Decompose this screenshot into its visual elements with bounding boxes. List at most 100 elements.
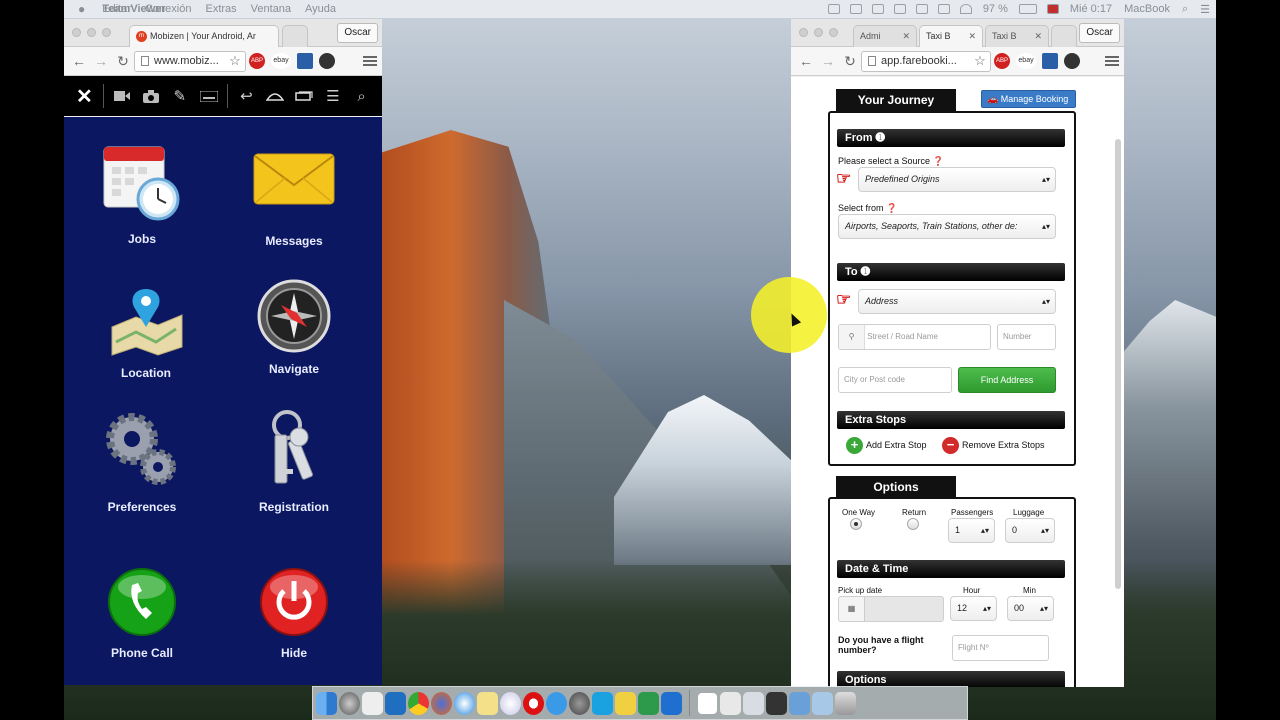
tab-taxi-1[interactable]: Taxi B ✕ — [919, 25, 983, 47]
safari-icon[interactable] — [454, 691, 475, 715]
options-tab[interactable]: Options — [836, 476, 956, 498]
close-tab-icon[interactable]: ✕ — [902, 31, 910, 42]
close-window-button[interactable] — [799, 28, 808, 37]
battery-percent[interactable]: 97 % — [977, 3, 1014, 15]
your-journey-tab[interactable]: Your Journey — [836, 89, 956, 111]
street-input[interactable]: ⚲ Street / Road Name — [838, 324, 991, 350]
status-icon[interactable] — [893, 4, 906, 14]
spotlight-icon[interactable]: ⌕ — [1176, 3, 1194, 16]
calculator-icon[interactable] — [766, 691, 787, 715]
video-icon[interactable] — [108, 76, 137, 116]
find-address-button[interactable]: Find Address — [958, 367, 1056, 393]
firefox-icon[interactable] — [431, 691, 452, 715]
search-icon[interactable]: ⌕ — [347, 76, 376, 116]
computer-name[interactable]: MacBook — [1118, 3, 1176, 15]
calendar-icon[interactable]: ▦ — [839, 597, 865, 621]
app-location[interactable]: Location — [76, 287, 216, 380]
android-home-icon[interactable] — [261, 76, 290, 116]
notification-center-icon[interactable]: ☰ — [1194, 3, 1216, 16]
manage-booking-button[interactable]: 🚗 Manage Booking — [981, 90, 1076, 108]
zoom-window-button[interactable] — [829, 28, 838, 37]
zoom-window-button[interactable] — [102, 28, 111, 37]
new-tab-button[interactable] — [1051, 25, 1077, 47]
adblock-icon[interactable]: ABP — [249, 53, 265, 69]
ebay-icon[interactable]: ebay — [1016, 53, 1036, 69]
photos-icon[interactable] — [362, 691, 383, 715]
status-icon[interactable] — [915, 4, 928, 14]
skype-icon[interactable] — [592, 691, 613, 715]
status-icon[interactable] — [849, 4, 862, 14]
finder-icon[interactable] — [316, 691, 337, 715]
clock[interactable]: Mié 0:17 — [1064, 3, 1118, 15]
extension-icon[interactable] — [1042, 53, 1058, 69]
add-extra-stop-button[interactable]: + Add Extra Stop — [846, 437, 927, 454]
extension-moon-icon[interactable] — [319, 53, 335, 69]
close-tab-icon[interactable]: ✕ — [968, 31, 976, 42]
android-menu-icon[interactable]: ☰ — [318, 76, 347, 116]
adblock-icon[interactable]: ABP — [994, 53, 1010, 69]
profile-button[interactable]: Oscar — [337, 23, 378, 43]
min-select[interactable]: 00 ▴▾ — [1007, 596, 1054, 621]
chrome-icon[interactable] — [408, 691, 429, 715]
launchpad-icon[interactable] — [339, 691, 360, 715]
screen-icon[interactable] — [789, 691, 810, 715]
close-tab-icon[interactable]: ✕ — [1034, 31, 1042, 42]
opera-icon[interactable] — [523, 691, 544, 715]
pen-icon[interactable]: ✎ — [165, 76, 194, 116]
app-hide[interactable]: Hide — [224, 567, 364, 660]
bookmark-star-icon[interactable]: ☆ — [969, 53, 991, 69]
one-way-radio[interactable] — [850, 518, 862, 530]
preview-icon[interactable] — [743, 691, 764, 715]
recent-apps-icon[interactable] — [290, 76, 319, 116]
extension-moon-icon[interactable] — [1064, 53, 1080, 69]
forward-icon[interactable]: → — [817, 53, 839, 69]
passengers-select[interactable]: 1 ▴▾ — [948, 518, 995, 543]
luggage-select[interactable]: 0 ▴▾ — [1005, 518, 1055, 543]
close-window-button[interactable] — [72, 28, 81, 37]
flag-icon[interactable] — [1046, 4, 1059, 14]
forward-icon[interactable]: → — [90, 53, 112, 69]
city-input[interactable]: City or Post code — [838, 367, 952, 393]
document-icon[interactable] — [697, 691, 718, 715]
camtasia-icon[interactable] — [638, 691, 659, 715]
app-messages[interactable]: Messages — [224, 153, 364, 248]
browser-menu-icon[interactable] — [363, 56, 377, 66]
browser-menu-icon[interactable] — [1105, 56, 1119, 66]
reload-icon[interactable]: ↻ — [112, 53, 134, 70]
system-preferences-icon[interactable] — [569, 691, 590, 715]
number-input[interactable]: Number — [997, 324, 1056, 350]
ebay-icon[interactable]: ebay — [271, 53, 291, 69]
status-icon[interactable] — [937, 4, 950, 14]
return-radio[interactable] — [907, 518, 919, 530]
extension-icon[interactable] — [297, 53, 313, 69]
mail-stack-icon[interactable] — [720, 691, 741, 715]
camera-icon[interactable] — [137, 76, 166, 116]
reload-icon[interactable]: ↻ — [839, 53, 861, 70]
stickies-icon[interactable] — [615, 691, 636, 715]
profile-button[interactable]: Oscar — [1079, 23, 1120, 43]
teamviewer-icon[interactable] — [661, 691, 682, 715]
menu-app-name[interactable]: TeamViewer — [64, 3, 204, 15]
to-type-select[interactable]: Address ▴▾ — [858, 289, 1056, 314]
new-tab-button[interactable] — [282, 25, 308, 47]
close-icon[interactable]: ✕ — [70, 76, 99, 116]
bookmark-star-icon[interactable]: ☆ — [224, 53, 246, 69]
tab-admin[interactable]: Admi ✕ — [853, 25, 917, 47]
app-phone-call[interactable]: Phone Call — [72, 567, 212, 660]
select-from-dropdown[interactable]: Airports, Seaports, Train Stations, othe… — [838, 214, 1056, 239]
menu-extras[interactable]: Extras — [198, 3, 243, 15]
app-preferences[interactable]: Preferences — [72, 411, 212, 514]
battery-icon[interactable] — [1018, 4, 1037, 14]
tab-taxi-2[interactable]: Taxi B ✕ — [985, 25, 1049, 47]
app-store-icon[interactable] — [546, 691, 567, 715]
minimize-window-button[interactable] — [87, 28, 96, 37]
keyboard-icon[interactable] — [194, 76, 223, 116]
hour-select[interactable]: 12 ▴▾ — [950, 596, 997, 621]
android-back-icon[interactable]: ↩ — [232, 76, 261, 116]
help-icon[interactable]: ❓ — [933, 156, 944, 166]
itunes-icon[interactable] — [500, 691, 521, 715]
minimize-window-button[interactable] — [814, 28, 823, 37]
source-select[interactable]: Predefined Origins ▴▾ — [858, 167, 1056, 192]
tab-mobizen[interactable]: m Mobizen | Your Android, Ar — [129, 25, 279, 47]
folder-icon[interactable] — [812, 691, 833, 715]
